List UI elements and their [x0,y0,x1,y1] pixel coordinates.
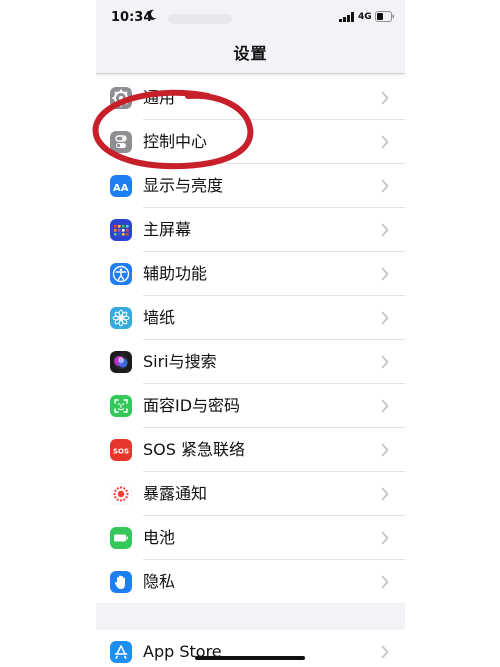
settings-row[interactable]: 辅助功能 [96,252,405,296]
battery-status-icon [375,11,394,22]
settings-row[interactable]: AA 显示与亮度 [96,164,405,208]
chevron-right-icon [381,223,389,237]
settings-row[interactable]: 面容ID与密码 [96,384,405,428]
settings-row[interactable]: 墙纸 [96,296,405,340]
chevron-right-icon [381,311,389,325]
settings-row[interactable]: 通用 [96,76,405,120]
page-title: 设置 [233,44,268,63]
network-label: 4G [358,12,372,22]
siri-icon [110,351,132,373]
settings-row-label: 墙纸 [143,308,176,327]
chevron-right-icon [381,91,389,105]
settings-row-label: 暴露通知 [143,484,208,503]
nav-divider [96,73,405,74]
svg-text:AA: AA [113,183,129,194]
settings-row[interactable]: 主屏幕 [96,208,405,252]
chevron-right-icon [381,575,389,589]
toggles-icon [110,131,132,153]
hand-icon [110,571,132,593]
sos-icon: SOS [110,439,132,461]
settings-row-label: 通用 [143,88,176,107]
svg-text:SOS: SOS [113,448,129,456]
settings-row[interactable]: 隐私 [96,560,405,604]
chevron-right-icon [381,355,389,369]
face-id-icon [110,395,132,417]
signal-icon [339,12,354,22]
chevron-right-icon [381,267,389,281]
chevron-right-icon [381,531,389,545]
settings-screen: 10:34 4G 设置 通用控制中心 AA 显示与亮度主屏幕辅助功能墙纸 Siri与搜… [96,0,405,667]
chevron-right-icon [381,645,389,659]
dynamic-island-placeholder [168,14,232,24]
gear-icon [110,87,132,109]
chevron-right-icon [381,179,389,193]
settings-row-label: 隐私 [143,572,176,591]
app-store-icon [110,641,132,663]
text-size-icon: AA [110,175,132,197]
status-bar: 10:34 4G [96,0,405,36]
settings-row-label: Siri与搜索 [143,352,217,371]
exposure-icon [110,483,132,505]
settings-row[interactable]: 暴露通知 [96,472,405,516]
battery-icon [110,527,132,549]
settings-group-main: 通用 控制中心 AA 显示与亮度 主屏幕 辅助功能 墙纸 Siri与搜索 面容ID与密码 SOS S… [96,76,405,603]
settings-row[interactable]: Siri与搜索 [96,340,405,384]
settings-row[interactable]: App Store [96,630,405,667]
moon-icon [147,9,157,20]
app-grid-icon [110,219,132,241]
settings-row-label: SOS 紧急联络 [143,440,245,459]
settings-row-label: 电池 [143,528,176,547]
accessibility-icon [110,263,132,285]
settings-row[interactable]: 控制中心 [96,120,405,164]
settings-row-label: 面容ID与密码 [143,396,241,415]
flower-icon [110,307,132,329]
settings-row-label: 控制中心 [143,132,208,151]
settings-group-store: App Store [96,630,405,667]
settings-row-label: 主屏幕 [143,220,192,239]
chevron-right-icon [381,135,389,149]
chevron-right-icon [381,399,389,413]
chevron-right-icon [381,487,389,501]
chevron-right-icon [381,443,389,457]
home-indicator[interactable] [195,656,305,660]
settings-row[interactable]: 电池 [96,516,405,560]
settings-row-label: 辅助功能 [143,264,208,283]
settings-row-label: 显示与亮度 [143,176,224,195]
settings-row[interactable]: SOS SOS 紧急联络 [96,428,405,472]
